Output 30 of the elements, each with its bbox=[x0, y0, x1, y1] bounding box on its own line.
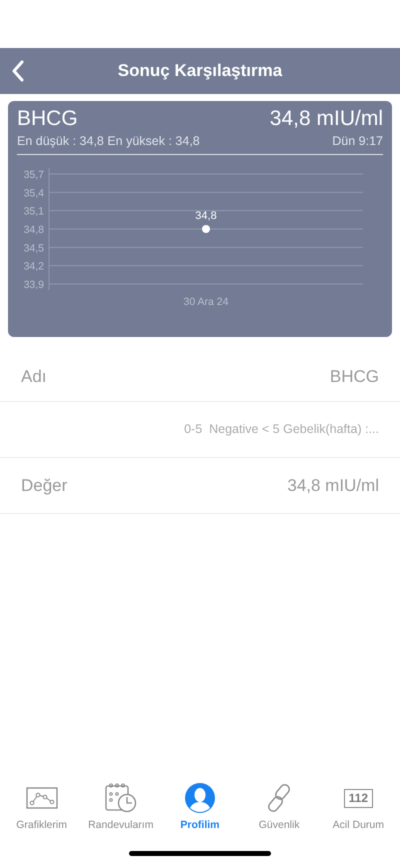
y-tick-label: 35,4 bbox=[24, 187, 44, 200]
field-label: Değer bbox=[21, 474, 68, 497]
page-title: Sonuç Karşılaştırma bbox=[118, 60, 282, 82]
chart-icon bbox=[26, 787, 58, 809]
y-tick-label: 35,1 bbox=[24, 205, 44, 218]
y-tick-label: 35,7 bbox=[24, 168, 44, 181]
tab-item[interactable]: Güvenlik bbox=[240, 782, 318, 834]
y-tick-label: 33,9 bbox=[24, 278, 44, 291]
y-tick-label: 34,8 bbox=[24, 224, 44, 236]
test-name: BHCG bbox=[17, 106, 78, 132]
tab-item[interactable]: Grafiklerim bbox=[2, 782, 81, 834]
data-label: 34,8 bbox=[195, 210, 217, 222]
field-value: 0-5 Negative < 5 Gebelik(hafta) :... bbox=[184, 421, 379, 438]
tab-item[interactable]: Randevularım bbox=[82, 782, 160, 834]
field-label: Adı bbox=[21, 366, 47, 388]
emergency-number-icon: 112 bbox=[344, 788, 374, 808]
result-value: 34,8 mIU/ml bbox=[270, 106, 383, 132]
x-tick-label: 30 Ara 24 bbox=[184, 296, 228, 308]
result-time: Dün 9:17 bbox=[332, 133, 383, 150]
tab-item[interactable]: 112 Acil Durum bbox=[319, 782, 398, 834]
field-value: BHCG bbox=[330, 366, 379, 388]
y-tick-label: 34,5 bbox=[24, 242, 44, 254]
tab-item[interactable]: Profilim bbox=[160, 782, 239, 834]
range-text: En düşük : 34,8 En yüksek : 34,8 bbox=[17, 133, 200, 150]
data-point bbox=[202, 224, 210, 233]
field-value: 34,8 mIU/ml bbox=[287, 474, 379, 497]
back-icon bbox=[11, 60, 25, 82]
y-tick-label: 34,2 bbox=[24, 260, 44, 272]
calendar-clock-icon bbox=[104, 783, 137, 813]
person-icon bbox=[184, 783, 215, 813]
